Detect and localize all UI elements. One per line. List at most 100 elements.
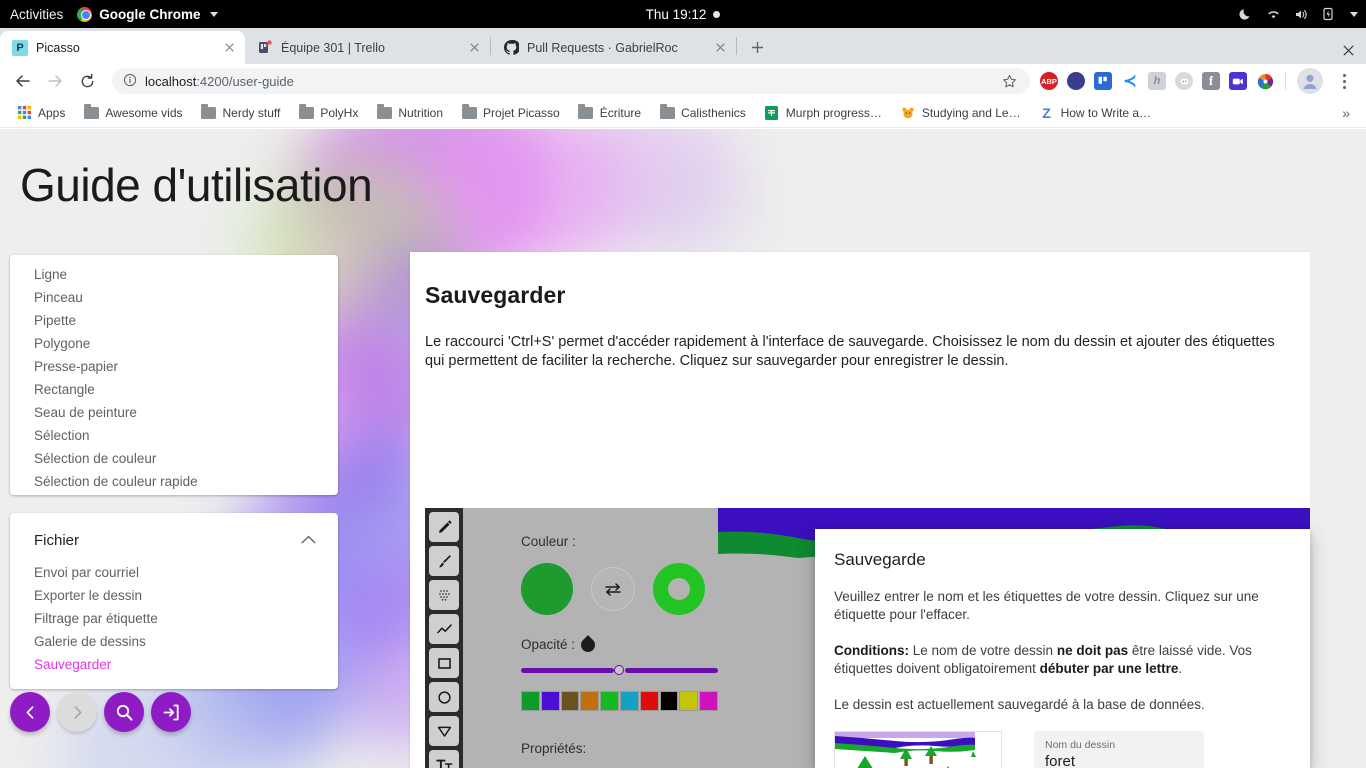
ellipse-icon[interactable] [429, 682, 459, 712]
folder-icon [659, 104, 675, 121]
pencil-icon[interactable] [429, 512, 459, 542]
bookmark-star-icon[interactable] [996, 68, 1022, 94]
chrome-logo-icon [77, 6, 93, 22]
tab-picasso[interactable]: P Picasso [0, 31, 245, 64]
window-close-button[interactable] [1343, 45, 1366, 64]
tools-list: Ligne Pinceau Pipette Polygone Presse-pa… [10, 255, 338, 495]
bookmark-label: Studying and Le… [921, 105, 1021, 120]
secondary-opacity-slider[interactable] [625, 665, 731, 675]
bookmarks-overflow-button[interactable]: » [1334, 103, 1358, 123]
bookmark-projet-picasso[interactable]: Projet Picasso [453, 101, 568, 125]
clockify-icon[interactable]: ≺ [1121, 72, 1139, 90]
bookmark-awesome-vids[interactable]: Awesome vids [75, 101, 190, 125]
sidebar-item-texte[interactable]: Texte [10, 493, 338, 495]
bookmark-ecriture[interactable]: Écriture [570, 101, 649, 125]
couleur-label: Couleur : [521, 534, 576, 549]
secondary-color-swatch[interactable] [653, 563, 705, 615]
honey-icon[interactable]: h [1148, 72, 1166, 90]
close-icon[interactable] [466, 40, 482, 56]
system-indicators[interactable] [1239, 0, 1358, 28]
facebook-icon[interactable]: f [1202, 72, 1220, 90]
trello-favicon-icon [257, 40, 273, 56]
tools-list-card: Ligne Pinceau Pipette Polygone Presse-pa… [10, 255, 338, 495]
sidebar-item-seau-de-peinture[interactable]: Seau de peinture [10, 401, 338, 424]
reload-icon[interactable] [72, 66, 102, 96]
palette-swatch[interactable] [580, 691, 600, 711]
avatar[interactable] [1297, 68, 1323, 94]
bookmark-polyhx[interactable]: PolyHx [290, 101, 366, 125]
dialog-title: Sauvegarde [834, 550, 926, 569]
address-bar[interactable]: localhost:4200/user-guide [112, 68, 1030, 94]
previous-button[interactable] [10, 692, 50, 732]
palette-swatch[interactable] [521, 691, 540, 711]
sidebar-item-presse-papier[interactable]: Presse-papier [10, 355, 338, 378]
discord-icon[interactable] [1175, 72, 1193, 90]
next-button[interactable] [57, 692, 97, 732]
tab-title: Picasso [36, 40, 80, 55]
sidebar-item-filtrage-par-etiquette[interactable]: Filtrage par étiquette [10, 607, 338, 630]
sidebar-item-pipette[interactable]: Pipette [10, 309, 338, 332]
picasso-favicon-icon: P [12, 39, 28, 56]
palette-swatch[interactable] [659, 691, 679, 711]
chevron-up-icon[interactable] [301, 531, 316, 549]
close-icon[interactable] [712, 40, 728, 56]
app-menu-label: Google Chrome [99, 6, 201, 22]
back-icon[interactable] [8, 66, 38, 96]
drawing-thumbnail [834, 731, 1002, 768]
palette-swatch[interactable] [560, 691, 580, 711]
forward-icon[interactable] [40, 66, 70, 96]
exit-button[interactable] [151, 692, 191, 732]
line-icon[interactable] [429, 614, 459, 644]
sidebar-item-rectangle[interactable]: Rectangle [10, 378, 338, 401]
sidebar-item-selection-de-couleur-rapide[interactable]: Sélection de couleur rapide [10, 470, 338, 493]
clock[interactable]: Thu 19:12 [603, 7, 763, 22]
info-circle-icon[interactable] [123, 73, 137, 90]
palette-swatch[interactable] [679, 691, 699, 711]
palette-swatch[interactable] [619, 691, 639, 711]
rectangle-icon[interactable] [429, 648, 459, 678]
new-tab-button[interactable] [743, 33, 771, 61]
name-input[interactable]: foret [1045, 752, 1193, 768]
sidebar-item-ligne[interactable]: Ligne [10, 263, 338, 286]
app-menu-google-chrome[interactable]: Google Chrome [77, 6, 218, 22]
zoom-icon[interactable] [1229, 72, 1247, 90]
tab-trello[interactable]: Équipe 301 | Trello [245, 31, 490, 64]
color-picker-icon[interactable] [1256, 72, 1274, 90]
bookmark-calisthenics[interactable]: Calisthenics [651, 101, 754, 125]
polygon-icon[interactable] [429, 716, 459, 746]
bookmark-nutrition[interactable]: Nutrition [368, 101, 451, 125]
bookmark-nerdy-stuff[interactable]: Nerdy stuff [193, 101, 289, 125]
primary-opacity-slider[interactable] [521, 665, 624, 675]
palette-swatch[interactable] [699, 691, 718, 711]
chrome-menu-button[interactable] [1332, 68, 1356, 94]
tab-github-pull-requests[interactable]: Pull Requests · GabrielRoc [491, 31, 736, 64]
fichier-header[interactable]: Fichier [10, 513, 338, 559]
spray-icon[interactable] [429, 580, 459, 610]
close-icon[interactable] [221, 40, 237, 56]
palette-swatch[interactable] [639, 691, 659, 711]
sidebar-item-galerie-de-dessins[interactable]: Galerie de dessins [10, 630, 338, 653]
sidebar-item-pinceau[interactable]: Pinceau [10, 286, 338, 309]
bookmark-apps[interactable]: Apps [8, 101, 73, 125]
sidebar-item-selection-de-couleur[interactable]: Sélection de couleur [10, 447, 338, 470]
nom-du-dessin-field[interactable]: Nom du dessin foret [1034, 731, 1204, 768]
swap-arrows-icon[interactable] [591, 567, 635, 611]
text-icon[interactable] [429, 750, 459, 768]
firefox-send-icon[interactable] [1067, 72, 1085, 90]
search-button[interactable] [104, 692, 144, 732]
sidebar-item-exporter-le-dessin[interactable]: Exporter le dessin [10, 584, 338, 607]
sidebar-item-sauvegarder[interactable]: Sauvegarder [10, 653, 338, 676]
sidebar-item-selection[interactable]: Sélection [10, 424, 338, 447]
trello-icon[interactable] [1094, 72, 1112, 90]
brush-icon[interactable] [429, 546, 459, 576]
activities-button[interactable]: Activities [0, 7, 77, 22]
bookmark-murph-progress[interactable]: Murph progress… [756, 101, 890, 125]
adblock-plus-icon[interactable]: ABP [1040, 72, 1058, 90]
bookmark-studying-and-learning[interactable]: Studying and Le… [892, 101, 1029, 125]
sidebar-item-envoi-par-courriel[interactable]: Envoi par courriel [10, 561, 338, 584]
primary-color-swatch[interactable] [521, 563, 573, 615]
sidebar-item-polygone[interactable]: Polygone [10, 332, 338, 355]
palette-swatch[interactable] [600, 691, 619, 711]
palette-swatch[interactable] [540, 691, 560, 711]
bookmark-how-to-write-a[interactable]: Z How to Write a… [1031, 101, 1159, 125]
